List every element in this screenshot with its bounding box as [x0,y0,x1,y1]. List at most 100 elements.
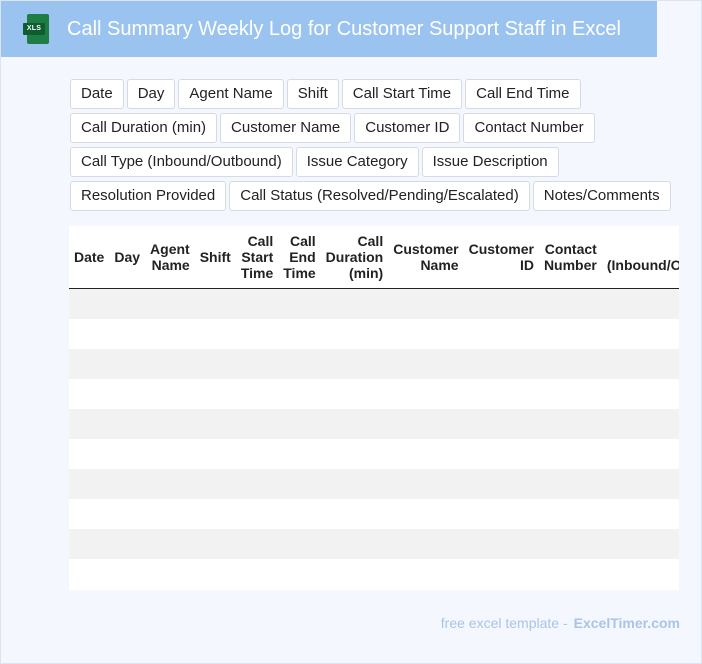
table-cell[interactable] [601,288,679,319]
table-cell[interactable] [538,499,602,529]
table-cell[interactable] [320,469,389,499]
table-cell[interactable] [278,349,321,379]
table-cell[interactable] [145,469,195,499]
table-cell[interactable] [235,319,279,349]
table-cell[interactable] [278,439,321,469]
table-cell[interactable] [109,409,146,439]
table-cell[interactable] [388,319,464,349]
table-cell[interactable] [538,409,602,439]
table-cell[interactable] [235,529,279,559]
table-cell[interactable] [538,439,602,469]
table-cell[interactable] [69,288,110,319]
table-cell[interactable] [538,469,602,499]
table-cell[interactable] [194,349,236,379]
footer-brand-link[interactable]: ExcelTimer.com [574,615,680,631]
table-cell[interactable] [109,529,146,559]
table-cell[interactable] [463,469,539,499]
table-cell[interactable] [320,319,389,349]
table-cell[interactable] [388,409,464,439]
table-cell[interactable] [601,499,679,529]
table-cell[interactable] [235,379,279,409]
table-cell[interactable] [601,559,679,589]
table-cell[interactable] [601,529,679,559]
table-cell[interactable] [69,319,110,349]
table-cell[interactable] [320,499,389,529]
table-cell[interactable] [388,349,464,379]
table-cell[interactable] [278,559,321,589]
table-cell[interactable] [463,319,539,349]
table-cell[interactable] [320,559,389,589]
table-cell[interactable] [388,499,464,529]
table-cell[interactable] [320,288,389,319]
table-cell[interactable] [463,409,539,439]
table-cell[interactable] [601,379,679,409]
table-cell[interactable] [388,529,464,559]
table-cell[interactable] [463,379,539,409]
table-cell[interactable] [109,288,146,319]
table-cell[interactable] [278,499,321,529]
table-cell[interactable] [601,319,679,349]
table-cell[interactable] [538,559,602,589]
table-cell[interactable] [109,349,146,379]
table-cell[interactable] [388,559,464,589]
table-cell[interactable] [145,559,195,589]
table-cell[interactable] [235,559,279,589]
table-cell[interactable] [235,499,279,529]
table-cell[interactable] [235,349,279,379]
table-cell[interactable] [145,379,195,409]
table-cell[interactable] [194,469,236,499]
table-cell[interactable] [109,379,146,409]
log-table-container[interactable]: Date Day Agent Name Shift Call Start Time Cal… [69,226,679,590]
table-cell[interactable] [278,529,321,559]
table-cell[interactable] [235,409,279,439]
table-cell[interactable] [463,288,539,319]
table-cell[interactable] [278,469,321,499]
table-cell[interactable] [69,529,110,559]
table-cell[interactable] [388,379,464,409]
table-cell[interactable] [601,439,679,469]
table-cell[interactable] [235,288,279,319]
table-cell[interactable] [69,559,110,589]
table-cell[interactable] [69,379,110,409]
table-cell[interactable] [320,349,389,379]
table-cell[interactable] [145,439,195,469]
table-cell[interactable] [538,349,602,379]
table-cell[interactable] [278,379,321,409]
table-cell[interactable] [109,499,146,529]
table-cell[interactable] [109,439,146,469]
table-cell[interactable] [235,469,279,499]
table-cell[interactable] [109,469,146,499]
table-cell[interactable] [388,439,464,469]
table-cell[interactable] [69,349,110,379]
table-cell[interactable] [194,379,236,409]
table-cell[interactable] [69,409,110,439]
table-cell[interactable] [601,469,679,499]
table-cell[interactable] [145,288,195,319]
table-cell[interactable] [194,319,236,349]
table-cell[interactable] [278,409,321,439]
table-cell[interactable] [538,319,602,349]
table-cell[interactable] [145,409,195,439]
table-cell[interactable] [145,349,195,379]
table-cell[interactable] [194,559,236,589]
table-cell[interactable] [194,499,236,529]
table-cell[interactable] [538,288,602,319]
table-cell[interactable] [463,439,539,469]
table-cell[interactable] [601,409,679,439]
table-cell[interactable] [194,529,236,559]
table-cell[interactable] [145,529,195,559]
table-cell[interactable] [538,529,602,559]
table-cell[interactable] [320,529,389,559]
table-cell[interactable] [69,469,110,499]
table-cell[interactable] [463,499,539,529]
table-cell[interactable] [601,349,679,379]
table-cell[interactable] [320,379,389,409]
table-cell[interactable] [194,288,236,319]
table-cell[interactable] [278,319,321,349]
table-cell[interactable] [463,559,539,589]
table-cell[interactable] [194,409,236,439]
table-cell[interactable] [538,379,602,409]
table-cell[interactable] [278,288,321,319]
table-cell[interactable] [109,559,146,589]
table-cell[interactable] [69,439,110,469]
